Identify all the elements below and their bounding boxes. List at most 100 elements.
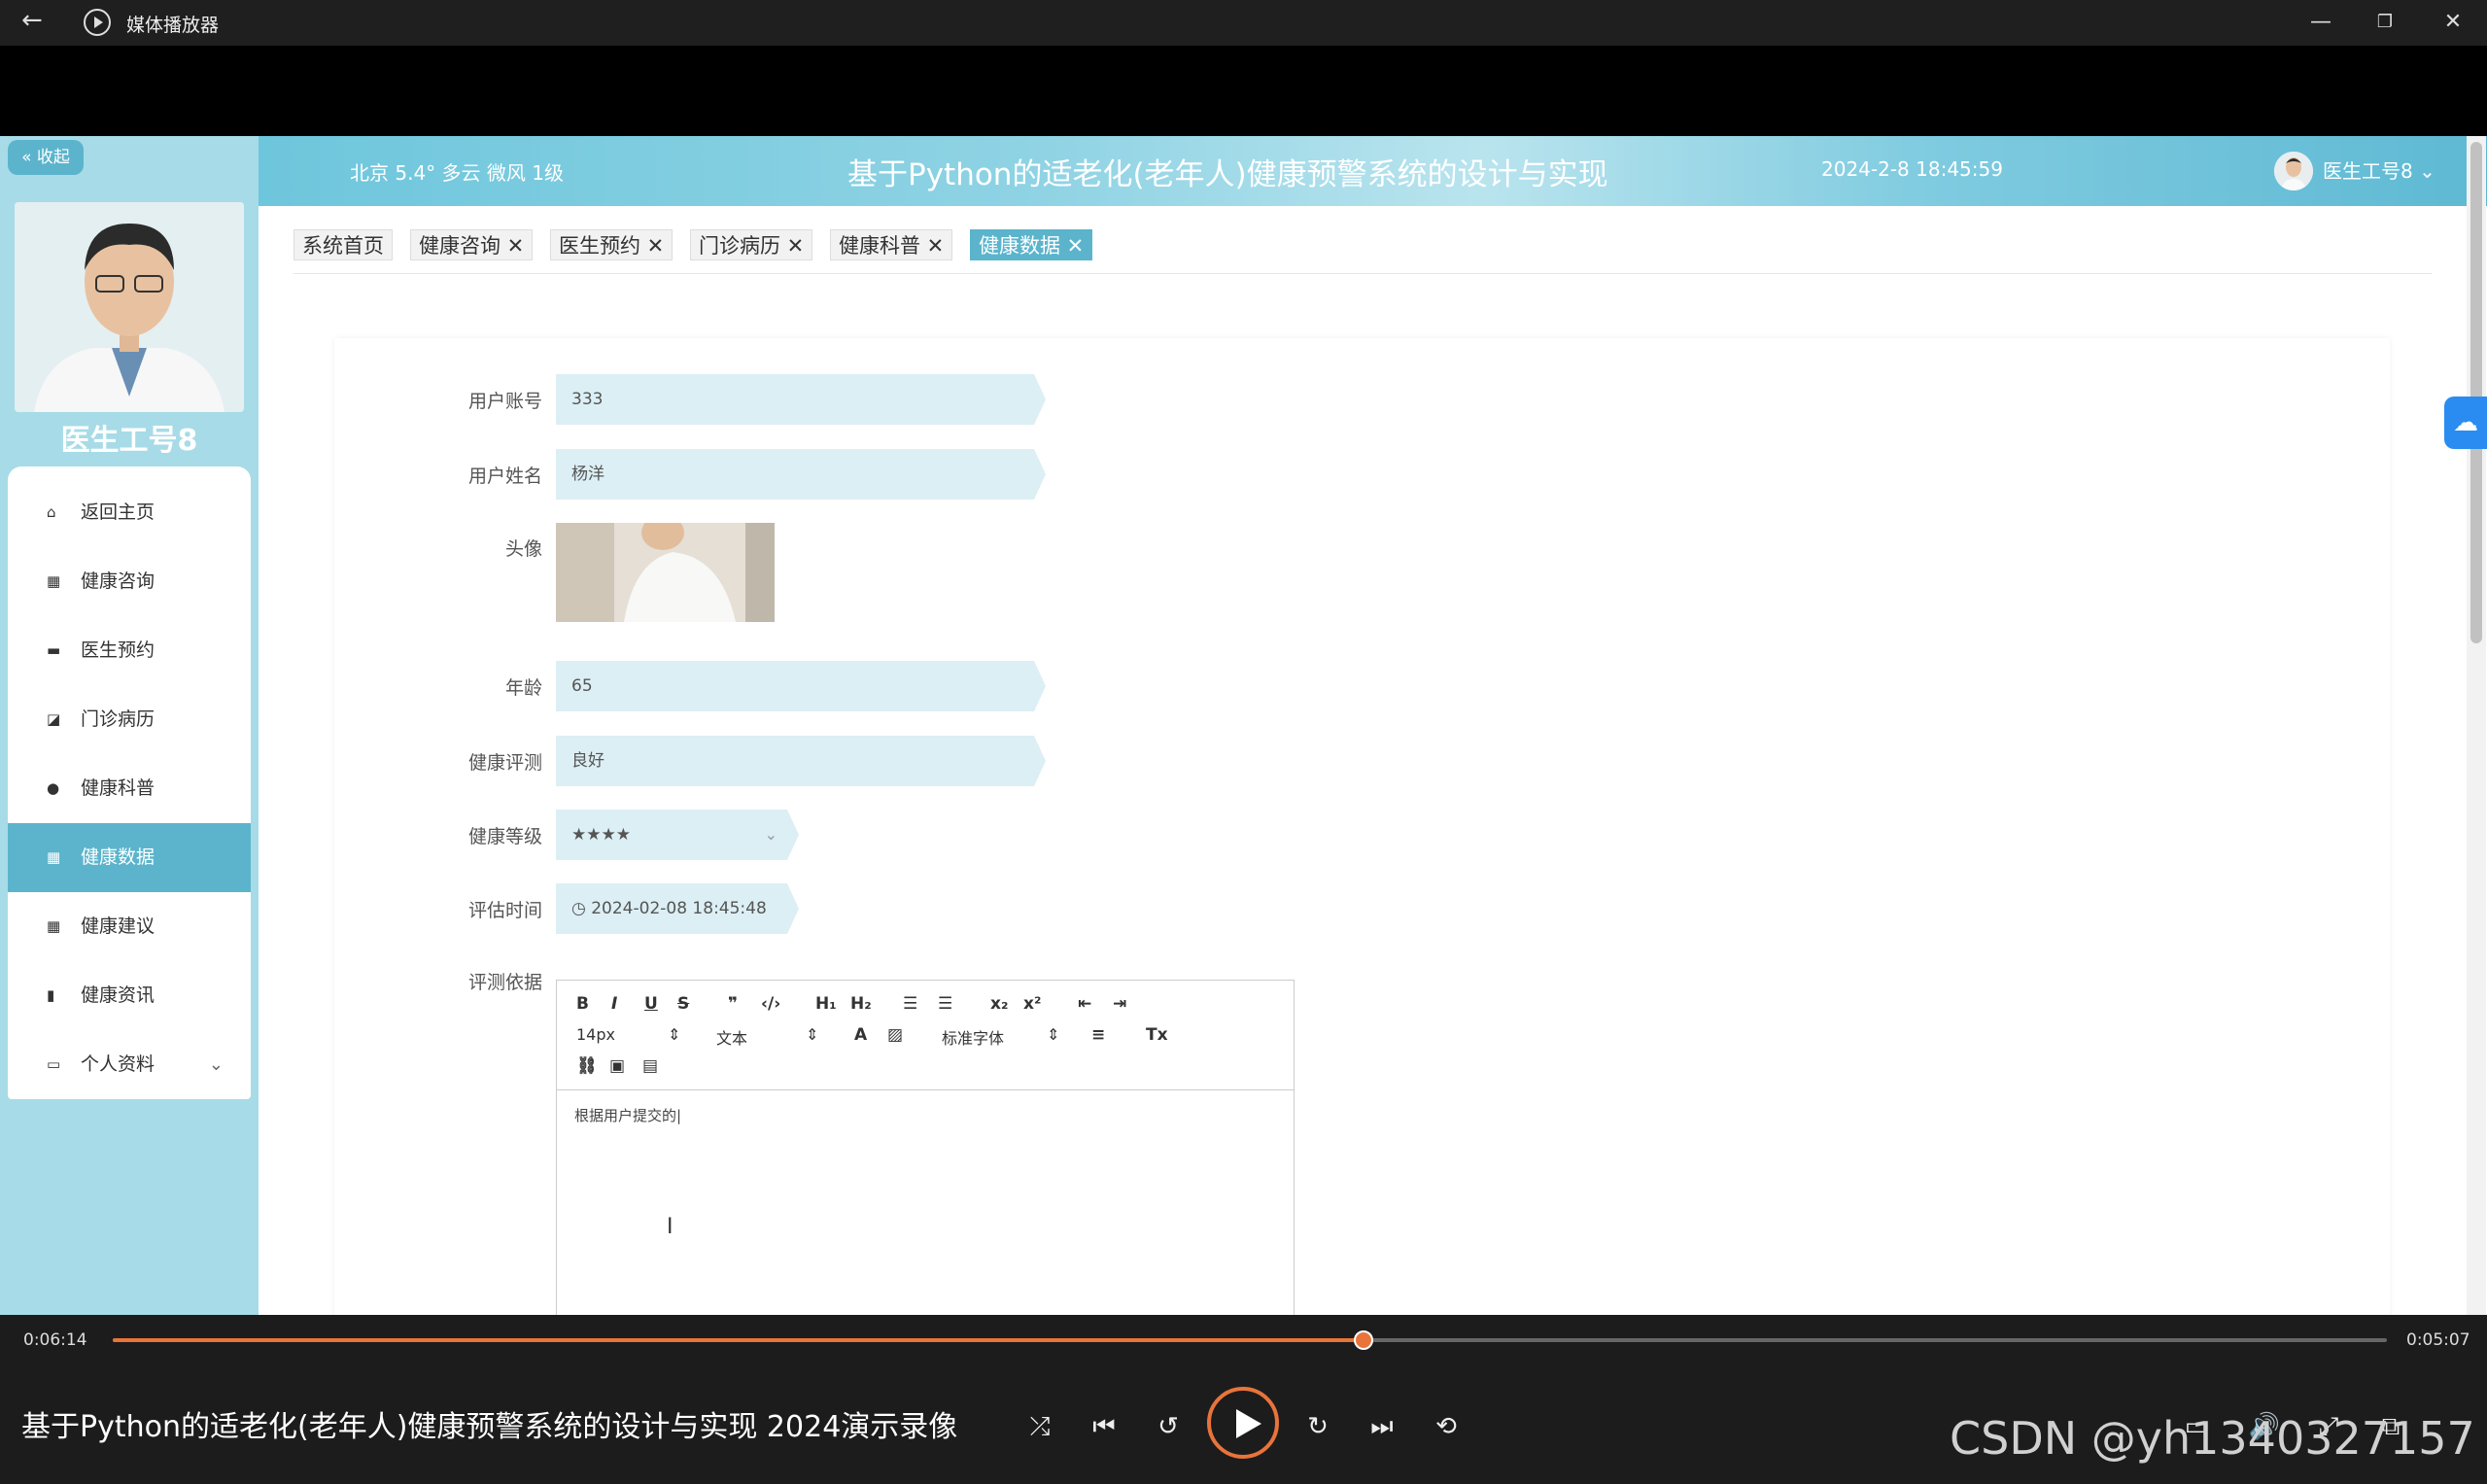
minimize-button[interactable]: — (2292, 4, 2350, 41)
name-label: 用户姓名 (467, 466, 542, 487)
sidebar-item-label: 医生预约 (81, 639, 155, 661)
updown-icon: ⇕ (668, 1025, 681, 1044)
time-field[interactable]: ◷ 2024-02-08 18:45:48 (556, 883, 799, 934)
card-icon: ▭ (47, 1055, 61, 1073)
superscript-icon[interactable]: x² (1023, 994, 1041, 1014)
strike-icon[interactable]: S (677, 994, 689, 1014)
sidebar-item-profile[interactable]: ▭ 个人资料 ⌄ (8, 1030, 251, 1099)
account-field[interactable]: 333 (556, 374, 1046, 425)
quote-icon[interactable]: ❞ (728, 994, 738, 1014)
sidebar-item-label: 健康科普 (81, 777, 155, 799)
shuffle-icon[interactable]: ⤮ (1020, 1412, 1059, 1442)
grid-icon: ▦ (47, 572, 61, 590)
sidebar-item-label: 健康咨询 (81, 570, 155, 592)
app-header: 北京 5.4° 多云 微风 1级 基于Python的适老化(老年人)健康预警系统… (259, 136, 2487, 206)
italic-icon[interactable]: I (611, 994, 617, 1014)
sidebar-item-home[interactable]: ⌂ 返回主页 (8, 478, 251, 547)
sidebar-item-education[interactable]: ● 健康科普 (8, 754, 251, 823)
rewind-10-icon[interactable]: ↺ (1149, 1412, 1188, 1441)
cloud-share-icon[interactable]: ☁ (2444, 397, 2487, 449)
code-icon[interactable]: ‹/› (761, 994, 780, 1014)
link-icon[interactable]: ⛓ (576, 1056, 598, 1076)
seek-handle[interactable] (1354, 1330, 1373, 1350)
grid-icon: ▦ (47, 917, 61, 935)
font-color-icon[interactable]: A (854, 1025, 867, 1045)
restore-button[interactable]: ❐ (2356, 4, 2414, 41)
tab-home[interactable]: 系统首页 (294, 229, 393, 260)
outdent-icon[interactable]: ⇤ (1078, 994, 1091, 1014)
name-field[interactable]: 杨洋 (556, 449, 1046, 500)
avatar-label: 头像 (504, 538, 542, 560)
monitor-icon: ▬ (47, 641, 61, 659)
sidebar-item-label: 个人资料 (81, 1053, 155, 1075)
forward-30-icon[interactable]: ↻ (1298, 1412, 1337, 1441)
scrollbar-thumb[interactable] (2470, 142, 2482, 643)
close-button[interactable]: ✕ (2424, 4, 2482, 41)
tab-health-data[interactable]: 健康数据 ✕ (970, 229, 1093, 260)
tab-consult[interactable]: 健康咨询 ✕ (410, 229, 534, 260)
sidebar-item-appointment[interactable]: ▬ 医生预约 (8, 616, 251, 685)
user-avatar (2274, 152, 2313, 190)
elapsed-time: 0:06:14 (23, 1330, 87, 1350)
level-select[interactable]: ★★★★ ⌄ (556, 810, 799, 860)
video-title: 基于Python的适老化(老年人)健康预警系统的设计与实现 2024演示录像 (21, 1410, 958, 1444)
text-style-select[interactable]: 文本 (716, 1025, 747, 1049)
rich-text-editor[interactable]: B I U S ❞ ‹/› H₁ H₂ ☰ ☰ x₂ x² ⇤ ⇥ 14px ⇕… (556, 980, 1295, 1315)
tab-appointment[interactable]: 医生预约 ✕ (550, 229, 674, 260)
subscript-icon[interactable]: x₂ (990, 994, 1008, 1014)
tab-records[interactable]: 门诊病历 ✕ (690, 229, 813, 260)
user-menu[interactable]: 医生工号8 ⌄ (2274, 150, 2435, 192)
sidebar-item-news[interactable]: ▮ 健康资讯 (8, 961, 251, 1030)
video-icon[interactable]: ▤ (642, 1056, 658, 1076)
sidebar-item-label: 返回主页 (81, 501, 155, 523)
font-size-select[interactable]: 14px (576, 1025, 615, 1044)
indent-icon[interactable]: ⇥ (1113, 994, 1126, 1014)
system-title: 基于Python的适老化(老年人)健康预警系统的设计与实现 (847, 157, 1608, 192)
heading2-icon[interactable]: H₂ (850, 994, 872, 1014)
eval-label: 健康评测 (467, 752, 542, 774)
chevron-down-icon: ⌄ (208, 1054, 224, 1075)
tab-education[interactable]: 健康科普 ✕ (830, 229, 953, 260)
chevron-down-icon: ⌄ (764, 825, 777, 844)
font-family-select[interactable]: 标准字体 (942, 1025, 1004, 1049)
weather-info: 北京 5.4° 多云 微风 1级 (350, 161, 564, 185)
clear-format-icon[interactable]: Tx (1146, 1025, 1168, 1045)
remaining-time: 0:05:07 (2406, 1330, 2470, 1350)
image-icon[interactable]: ▣ (609, 1056, 625, 1076)
heading1-icon[interactable]: H₁ (815, 994, 837, 1014)
sidebar-item-label: 健康建议 (81, 915, 155, 937)
user-avatar-icon (2274, 152, 2313, 190)
time-label: 评估时间 (467, 900, 542, 921)
back-arrow-icon[interactable]: ← (21, 6, 43, 35)
background-color-icon[interactable]: ▨ (887, 1025, 903, 1045)
sidebar-item-records[interactable]: ◪ 门诊病历 (8, 685, 251, 754)
underline-icon[interactable]: U (644, 994, 658, 1014)
bullet-list-icon[interactable]: ☰ (938, 994, 952, 1014)
window-titlebar: ← 媒体播放器 — ❐ ✕ (0, 0, 2487, 46)
sidebar-item-advice[interactable]: ▦ 健康建议 (8, 892, 251, 961)
csdn-watermark: CSDN @yh1340327157 (1950, 1412, 2475, 1465)
ordered-list-icon[interactable]: ☰ (903, 994, 917, 1014)
age-field[interactable]: 65 (556, 661, 1046, 711)
collapse-button[interactable]: « 收起 (8, 140, 84, 175)
window-title: 媒体播放器 (126, 15, 220, 36)
media-controls: 0:06:14 0:05:07 基于Python的适老化(老年人)健康预警系统的… (0, 1315, 2487, 1484)
doctor-avatar (15, 202, 244, 412)
pin-icon: ● (47, 779, 60, 797)
next-icon[interactable]: ⏭ (1363, 1412, 1401, 1442)
sidebar-item-consult[interactable]: ▦ 健康咨询 (8, 547, 251, 616)
repeat-off-icon[interactable]: ⟲ (1427, 1412, 1466, 1441)
align-icon[interactable]: ≡ (1091, 1025, 1105, 1045)
user-photo[interactable] (556, 523, 775, 622)
media-player-icon (84, 9, 111, 36)
account-label: 用户账号 (467, 391, 542, 412)
eval-field[interactable]: 良好 (556, 736, 1046, 786)
bold-icon[interactable]: B (576, 994, 589, 1014)
previous-icon[interactable]: ⏮ (1085, 1412, 1123, 1442)
header-datetime: 2024-2-8 18:45:59 (1821, 157, 2003, 181)
grid-icon: ▦ (47, 848, 61, 866)
editor-content[interactable]: 根据用户提交的| (574, 1105, 681, 1125)
play-button[interactable] (1207, 1387, 1279, 1459)
user-name: 医生工号8 ⌄ (2323, 159, 2435, 183)
sidebar-item-health-data[interactable]: ▦ 健康数据 (8, 823, 251, 892)
